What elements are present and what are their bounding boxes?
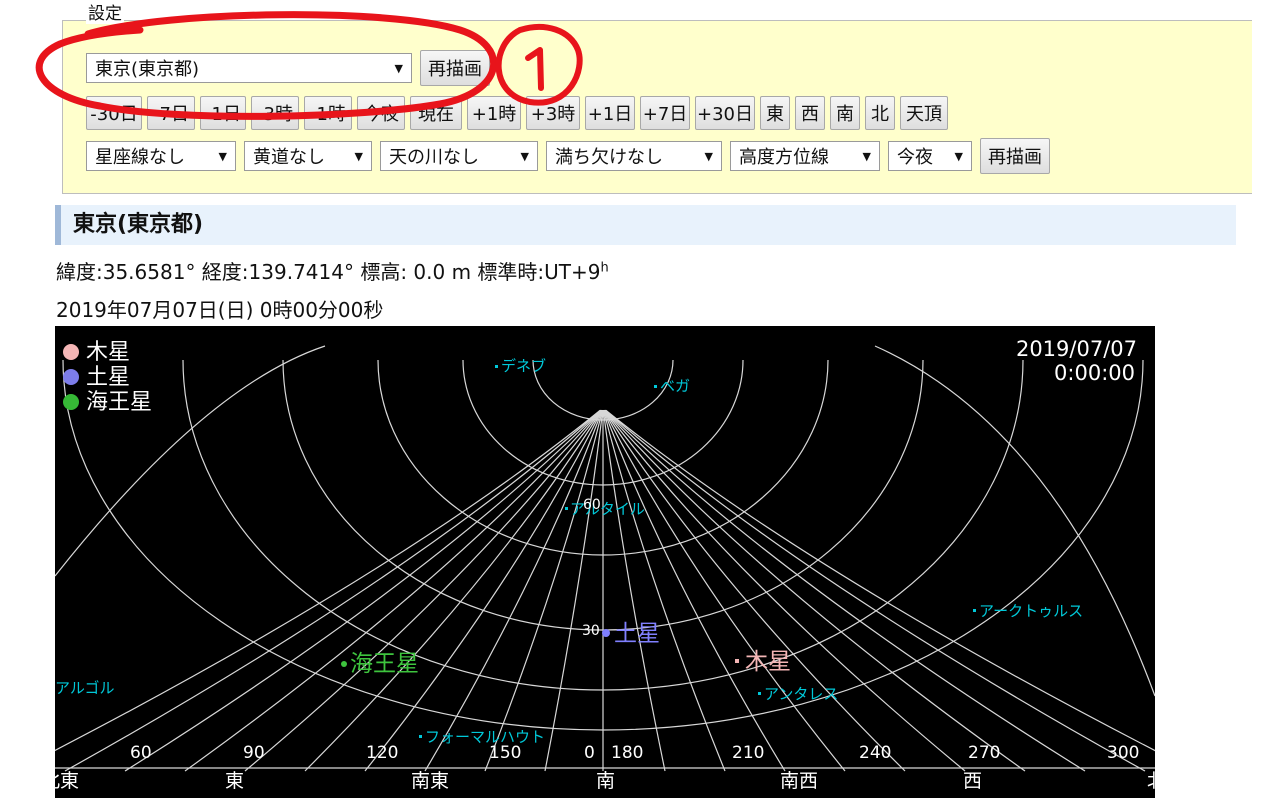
location-row: 東京(東京都) ▼ 再描画 xyxy=(86,50,495,86)
chevron-down-icon: ▼ xyxy=(394,61,403,75)
option-select[interactable]: 高度方位線 ▼ xyxy=(730,141,880,171)
legend-neptune-label: 海王星 xyxy=(86,390,152,415)
legend-jupiter-label: 木星 xyxy=(86,340,130,365)
legend-neptune-dot xyxy=(63,394,79,410)
azimuth-label: 300 xyxy=(1107,743,1139,763)
time-button[interactable]: -1日 xyxy=(200,96,246,130)
star-deneb: デネブ xyxy=(501,357,546,375)
option-select[interactable]: 黄道なし ▼ xyxy=(244,141,372,171)
azimuth-label: 240 xyxy=(859,743,891,763)
time-button[interactable]: 南 xyxy=(830,96,860,130)
legend-saturn-label: 土星 xyxy=(86,365,130,390)
direction-label: 南東 xyxy=(411,770,449,792)
option-select-value: 星座線なし xyxy=(95,147,185,168)
azimuth-label: 210 xyxy=(732,743,764,763)
sky-chart[interactable]: 木星 土星 海王星 2019/07/07 0:00:00 デネブ ベガ アルタイ… xyxy=(55,326,1155,798)
altitude-label-60: 60 xyxy=(583,497,601,513)
location-select-value: 東京(東京都) xyxy=(95,59,200,80)
chevron-down-icon: ▼ xyxy=(354,149,363,163)
chart-date: 2019/07/07 xyxy=(1016,337,1137,361)
azimuth-label: 90 xyxy=(243,743,265,763)
chevron-down-icon: ▼ xyxy=(218,149,227,163)
neptune-label: 海王星 xyxy=(350,651,419,677)
time-button[interactable]: -30日 xyxy=(86,96,142,130)
time-button[interactable]: -1時 xyxy=(304,96,352,130)
time-button[interactable]: 今夜 xyxy=(357,96,405,130)
chart-time: 0:00:00 xyxy=(1054,361,1135,385)
time-button[interactable]: 東 xyxy=(760,96,790,130)
options-row: 星座線なし ▼ 黄道なし ▼ 天の川なし ▼ 満ち欠けなし ▼ 高度方位線 ▼ 今夜 ▼ 再描画 xyxy=(86,138,1055,174)
time-button[interactable]: +1時 xyxy=(467,96,521,130)
location-select[interactable]: 東京(東京都) ▼ xyxy=(86,53,412,83)
azimuth-label: 60 xyxy=(130,743,152,763)
option-select-value: 天の川なし xyxy=(389,147,479,168)
time-button[interactable]: -7日 xyxy=(147,96,195,130)
time-button[interactable]: 北 xyxy=(865,96,895,130)
star-vega: ベガ xyxy=(660,377,690,395)
datetime-line: 2019年07月07日(日) 0時00分00秒 xyxy=(56,298,384,322)
redraw-options-button[interactable]: 再描画 xyxy=(980,138,1050,174)
time-button[interactable]: +7日 xyxy=(640,96,690,130)
coordinates-text: 緯度:35.6581° 経度:139.7414° 標高: 0.0 m 標準時:U… xyxy=(56,260,601,284)
time-button[interactable]: 西 xyxy=(795,96,825,130)
settings-legend: 設定 xyxy=(86,4,124,24)
option-select[interactable]: 今夜 ▼ xyxy=(888,141,972,171)
time-button[interactable]: 現在 xyxy=(410,96,462,130)
option-select[interactable]: 満ち欠けなし ▼ xyxy=(546,141,722,171)
direction-label: 東 xyxy=(225,770,244,792)
jupiter-label: 木星 xyxy=(745,649,791,675)
star-fomalhaut-dot xyxy=(419,735,422,738)
chevron-down-icon: ▼ xyxy=(862,149,871,163)
redraw-button[interactable]: 再描画 xyxy=(420,50,490,86)
jupiter-marker xyxy=(735,659,739,663)
direction-label: 北東 xyxy=(55,770,79,792)
option-select-value: 黄道なし xyxy=(253,147,325,168)
star-vega-dot xyxy=(654,385,657,388)
azimuth-label: 120 xyxy=(366,743,398,763)
star-altair-dot xyxy=(565,507,568,510)
time-buttons-row: -30日 -7日 -1日 -3時 -1時 今夜 現在 +1時 +3時 +1日 +7日 +30日東西南北… xyxy=(86,96,953,130)
time-button[interactable]: +1日 xyxy=(585,96,635,130)
location-title: 東京(東京都) xyxy=(55,205,1236,245)
zenith-disc xyxy=(573,350,633,410)
neptune-marker xyxy=(341,661,347,667)
option-select[interactable]: 天の川なし ▼ xyxy=(380,141,538,171)
azimuth-label: 0 xyxy=(584,743,595,763)
chevron-down-icon: ▼ xyxy=(954,149,963,163)
star-antares: アンタレス xyxy=(764,685,838,703)
chevron-down-icon: ▼ xyxy=(520,149,529,163)
star-arcturus: アークトゥルス xyxy=(979,602,1083,620)
direction-label: 南西 xyxy=(780,770,818,792)
direction-label: 西 xyxy=(963,770,982,792)
star-antares-dot xyxy=(758,692,761,695)
coordinates-line: 緯度:35.6581° 経度:139.7414° 標高: 0.0 m 標準時:U… xyxy=(56,256,609,285)
time-button[interactable]: -3時 xyxy=(251,96,299,130)
option-select-value: 今夜 xyxy=(897,147,933,168)
star-algol: アルゴル xyxy=(55,679,115,697)
legend-saturn-dot xyxy=(63,369,79,385)
option-select-value: 高度方位線 xyxy=(739,147,829,168)
azimuth-label: 150 xyxy=(489,743,521,763)
star-arcturus-dot xyxy=(973,609,976,612)
time-button[interactable]: 天頂 xyxy=(900,96,948,130)
direction-label: 南 xyxy=(596,770,615,792)
chevron-down-icon: ▼ xyxy=(704,149,713,163)
star-fomalhaut: フォーマルハウト xyxy=(425,728,545,746)
azimuth-label: 270 xyxy=(968,743,1000,763)
direction-label: 北 xyxy=(1147,770,1155,792)
option-select-value: 満ち欠けなし xyxy=(555,147,663,168)
star-altair: アルタイル xyxy=(570,500,645,518)
time-button[interactable]: +3時 xyxy=(526,96,580,130)
timezone-unit: h xyxy=(600,260,609,276)
legend-jupiter-dot xyxy=(63,344,79,360)
altitude-label-30: 30 xyxy=(582,623,600,639)
azimuth-label: 180 xyxy=(611,743,643,763)
saturn-label: 土星 xyxy=(614,621,660,647)
saturn-marker xyxy=(602,629,610,637)
time-button[interactable]: +30日 xyxy=(695,96,755,130)
option-select[interactable]: 星座線なし ▼ xyxy=(86,141,236,171)
star-deneb-dot xyxy=(495,365,498,368)
